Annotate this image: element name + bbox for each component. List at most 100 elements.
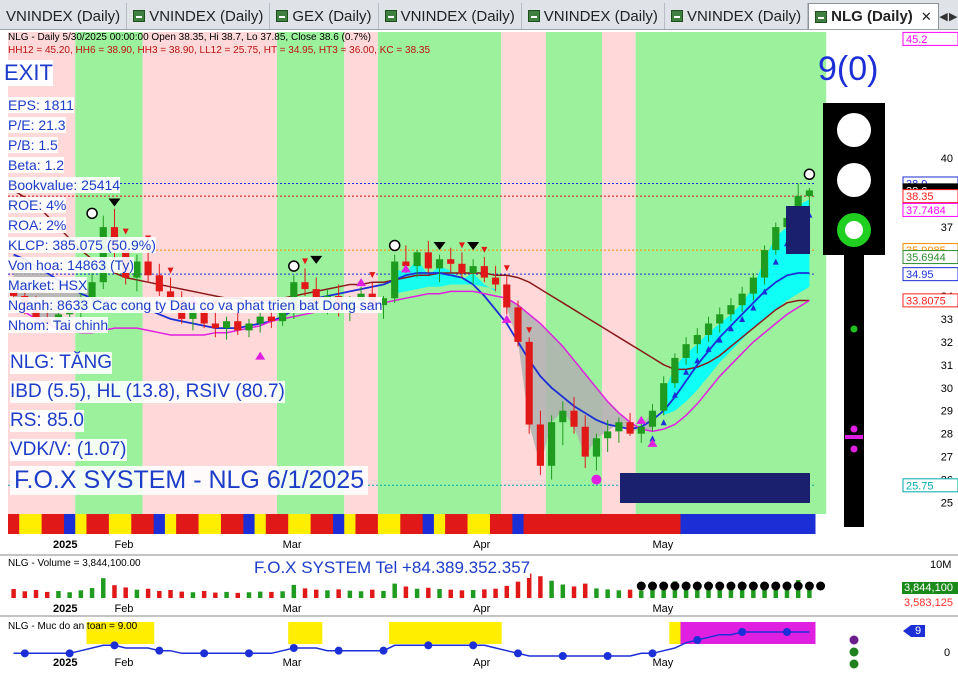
x-tick-label: Mar xyxy=(283,539,302,551)
trend-strip-cell xyxy=(30,514,43,534)
volume-bar xyxy=(470,590,476,598)
strength-dot xyxy=(850,325,858,333)
light-top-icon xyxy=(837,113,871,147)
price-tag-label: 38.35 xyxy=(906,191,934,203)
tab-6[interactable]: NLG (Daily) ✕ xyxy=(808,3,939,29)
safety-band xyxy=(310,622,323,644)
trend-strip-cell xyxy=(602,514,614,534)
close-icon[interactable]: ✕ xyxy=(921,9,932,25)
trend-strip-cell xyxy=(557,514,569,534)
candle-body xyxy=(648,410,657,427)
candle-body xyxy=(155,275,163,292)
volume-spike-icon xyxy=(816,581,826,591)
volume-bar xyxy=(459,590,465,598)
candle-body xyxy=(738,293,746,306)
volume-bar xyxy=(235,592,241,598)
trend-strip-cell xyxy=(19,514,31,534)
strength-level-bar xyxy=(845,435,863,439)
tab-1[interactable]: VNINDEX (Daily) xyxy=(127,3,271,29)
y-tick-label: 27 xyxy=(941,452,953,464)
x-tick-label: Feb xyxy=(114,539,133,551)
fundamental-line: Von hoa: 14863 (Ty) xyxy=(8,257,135,273)
tab-4[interactable]: VNINDEX (Daily) xyxy=(522,3,665,29)
x-tick-label: May xyxy=(652,539,673,551)
scroll-right-icon[interactable]: ▶ xyxy=(948,3,958,29)
volume-spike-icon xyxy=(760,581,770,591)
volume-bar xyxy=(33,590,39,598)
safety-band xyxy=(669,622,681,644)
price-chart[interactable]: 2526272829303132333435363738394045.238.9… xyxy=(0,30,958,676)
safety-dot xyxy=(200,649,209,658)
x-tick-label: 2025 xyxy=(53,603,77,615)
y-tick-label: 28 xyxy=(941,429,953,441)
scroll-left-icon[interactable]: ◀ xyxy=(939,3,949,29)
tab-5[interactable]: VNINDEX (Daily) xyxy=(665,3,809,29)
status-line: IBD (5.5), HL (13.8), RSIV (80.7) xyxy=(10,381,285,403)
strength-dot xyxy=(850,425,858,433)
safety-band xyxy=(142,622,155,644)
candle-body xyxy=(693,334,701,345)
volume-bar xyxy=(145,588,151,598)
x-tick-label: Apr xyxy=(473,657,490,669)
volume-axis-top: 10M xyxy=(930,559,952,571)
safety-dot xyxy=(603,652,612,660)
trend-strip-cell xyxy=(153,514,166,534)
safety-status-dot xyxy=(849,647,859,657)
candle-body xyxy=(581,426,589,457)
safety-dot xyxy=(20,649,29,658)
trend-strip-cell xyxy=(288,514,300,534)
trend-strip-cell xyxy=(445,514,457,534)
volume-spike-icon xyxy=(692,581,702,591)
fundamental-line: P/E: 21.3 xyxy=(8,117,66,133)
volume-spike-icon xyxy=(726,581,736,591)
trend-strip-cell xyxy=(512,514,525,534)
volume-spike-icon xyxy=(659,581,669,591)
trend-strip-cell xyxy=(613,514,625,534)
volume-bar xyxy=(437,589,442,598)
chart-icon xyxy=(276,10,289,22)
volume-bar xyxy=(11,589,16,598)
trend-strip-cell xyxy=(725,514,738,534)
volume-bar xyxy=(538,576,543,598)
candle-body xyxy=(671,357,679,384)
volume-bar xyxy=(257,591,263,598)
price-tag-label: 33.8075 xyxy=(906,295,946,307)
trend-strip-cell xyxy=(590,514,603,534)
fundamental-line: Nhom: Tai chinh xyxy=(8,317,109,333)
candle-body xyxy=(637,426,645,434)
candle-body xyxy=(682,344,690,358)
zero-marker-icon xyxy=(288,260,300,272)
fundamental-line: ROE: 4% xyxy=(8,197,67,213)
trend-strip-cell xyxy=(422,514,435,534)
x-tick-label: Feb xyxy=(114,657,133,669)
volume-bar xyxy=(616,590,622,598)
volume-bar xyxy=(549,580,554,598)
candle-body xyxy=(727,305,735,315)
tab-2[interactable]: GEX (Daily) xyxy=(270,3,379,29)
volume-title: NLG - Volume = 3,844,100.00 xyxy=(8,558,141,569)
volume-spike-icon xyxy=(793,581,803,591)
trend-strip-cell xyxy=(254,514,267,534)
safety-status-dot xyxy=(849,659,859,669)
candle-body xyxy=(559,410,567,423)
volume-spike-icon xyxy=(782,581,792,591)
fundamental-line: P/B: 1.5 xyxy=(8,137,58,153)
chart-icon xyxy=(815,10,828,23)
safety-dot xyxy=(110,641,119,650)
tab-0[interactable]: VNINDEX (Daily) xyxy=(0,3,128,29)
safety-dot xyxy=(334,646,343,655)
candle-body xyxy=(491,277,500,285)
trend-strip-cell xyxy=(220,514,233,534)
trend-strip-cell xyxy=(456,514,469,534)
volume-spike-icon xyxy=(748,581,758,591)
trend-strip-cell xyxy=(8,514,20,534)
tab-3[interactable]: VNINDEX (Daily) xyxy=(379,3,522,29)
trend-strip-cell xyxy=(142,514,155,534)
candle-body xyxy=(604,431,612,439)
candle-body xyxy=(144,261,152,276)
x-tick-label: 2025 xyxy=(53,657,77,669)
safety-dot xyxy=(244,649,253,658)
safety-band xyxy=(489,622,502,644)
chart-icon xyxy=(133,10,146,22)
trend-strip-cell xyxy=(489,514,502,534)
